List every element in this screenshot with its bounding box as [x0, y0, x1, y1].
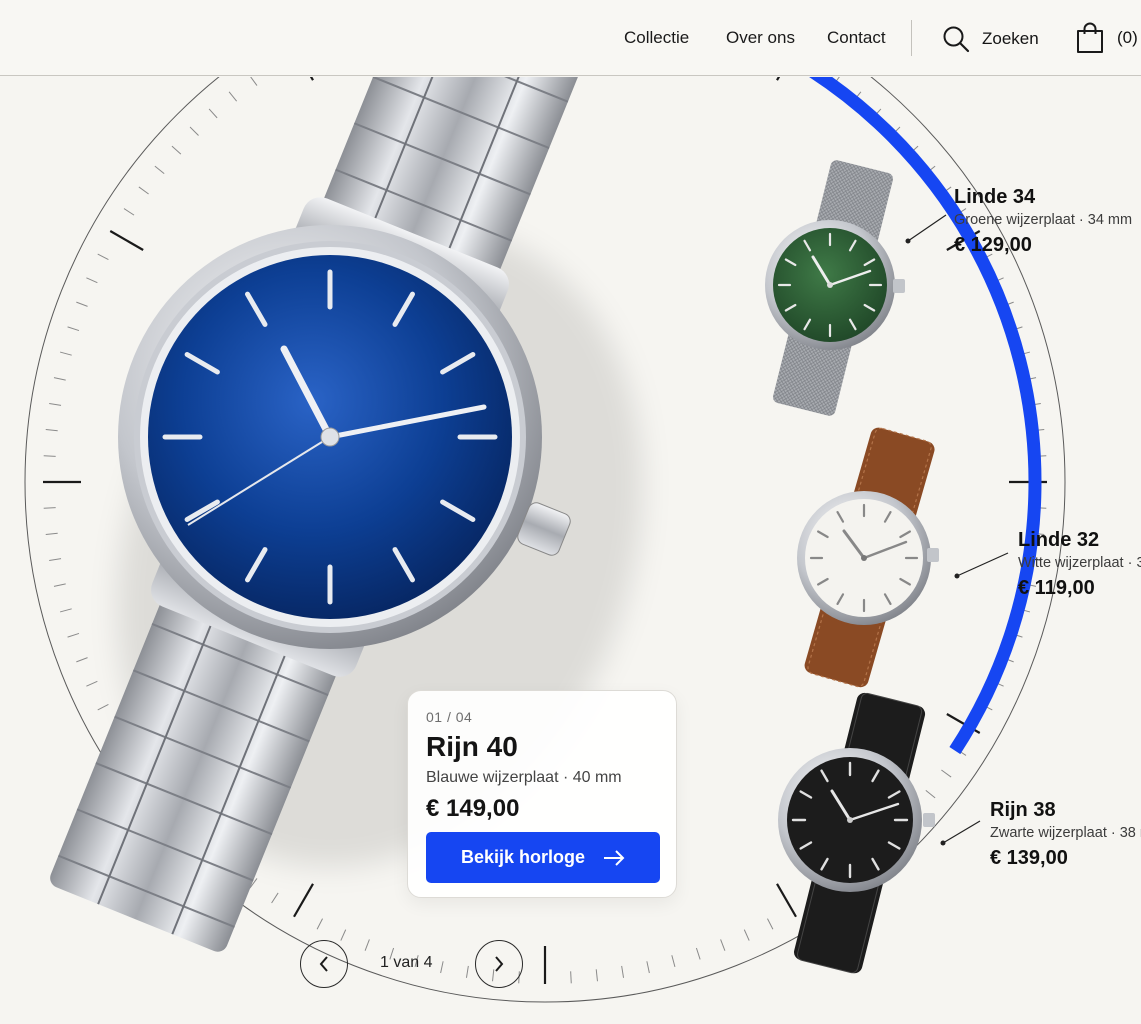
- thumbnail-rijn-38[interactable]: [772, 692, 942, 974]
- view-watch-label: Bekijk horloge: [460, 847, 586, 867]
- product-name: Linde 34: [954, 186, 1036, 208]
- product-description: Witte wijzerplaat · 32 mm: [1018, 555, 1141, 571]
- product-name: Linde 32: [1018, 529, 1100, 551]
- slide-counter: 01 / 04: [426, 709, 473, 725]
- product-price: € 129,00: [954, 234, 1032, 256]
- thumbnail-linde-34[interactable]: [758, 160, 908, 416]
- nav-link-collectie[interactable]: Collectie: [624, 28, 689, 48]
- cart-count: (0): [1117, 28, 1138, 47]
- nav-divider: [911, 20, 912, 56]
- hero-stage: Linde 34 Groene wijzerplaat · 34 mm € 12…: [0, 77, 1141, 1024]
- chevron-left-icon: [319, 956, 328, 972]
- product-price: € 139,00: [990, 847, 1068, 869]
- arrow-right-icon: [604, 849, 625, 866]
- thumbnail-label-rijn-38: Rijn 38 Zwarte wijzerplaat · 38 mm € 139…: [990, 799, 1141, 870]
- next-button[interactable]: [475, 940, 523, 988]
- thumbnail-label-linde-32: Linde 32 Witte wijzerplaat · 32 mm € 119…: [1018, 529, 1141, 600]
- featured-product-card: 01 / 04 Rijn 40 Blauwe wijzerplaat · 40 …: [407, 690, 677, 898]
- watch-thumbnail-white: [797, 427, 939, 688]
- product-title: Rijn 40: [426, 731, 518, 762]
- product-price: € 149,00: [426, 795, 520, 822]
- search-button[interactable]: Zoeken: [942, 24, 1039, 54]
- chevron-right-icon: [495, 956, 504, 972]
- cart-button[interactable]: (0): [1075, 22, 1138, 54]
- product-name: Rijn 38: [990, 799, 1056, 821]
- thumbnail-linde-32[interactable]: [786, 427, 946, 688]
- pagination-text: 1 van 4: [380, 954, 433, 971]
- shopping-bag-icon: [1077, 22, 1103, 53]
- previous-button[interactable]: [300, 940, 348, 988]
- product-description: Blauwe wijzerplaat · 40 mm: [426, 769, 622, 786]
- view-watch-button[interactable]: Bekijk horloge: [426, 832, 660, 883]
- search-label: Zoeken: [982, 29, 1039, 48]
- search-icon: [943, 26, 970, 53]
- site-header: Collectie Over ons Contact Zoeken (0): [0, 0, 1141, 76]
- watch-thumbnail-green: [765, 160, 905, 416]
- product-price: € 119,00: [1018, 577, 1095, 599]
- thumbnail-label-linde-34: Linde 34 Groene wijzerplaat · 34 mm € 12…: [954, 186, 1132, 257]
- nav-link-contact[interactable]: Contact: [827, 28, 886, 48]
- nav-link-over-ons[interactable]: Over ons: [726, 28, 795, 48]
- product-description: Groene wijzerplaat · 34 mm: [954, 212, 1133, 228]
- watch-thumbnail-black: [778, 692, 935, 974]
- product-description: Zwarte wijzerplaat · 38 mm: [990, 825, 1141, 841]
